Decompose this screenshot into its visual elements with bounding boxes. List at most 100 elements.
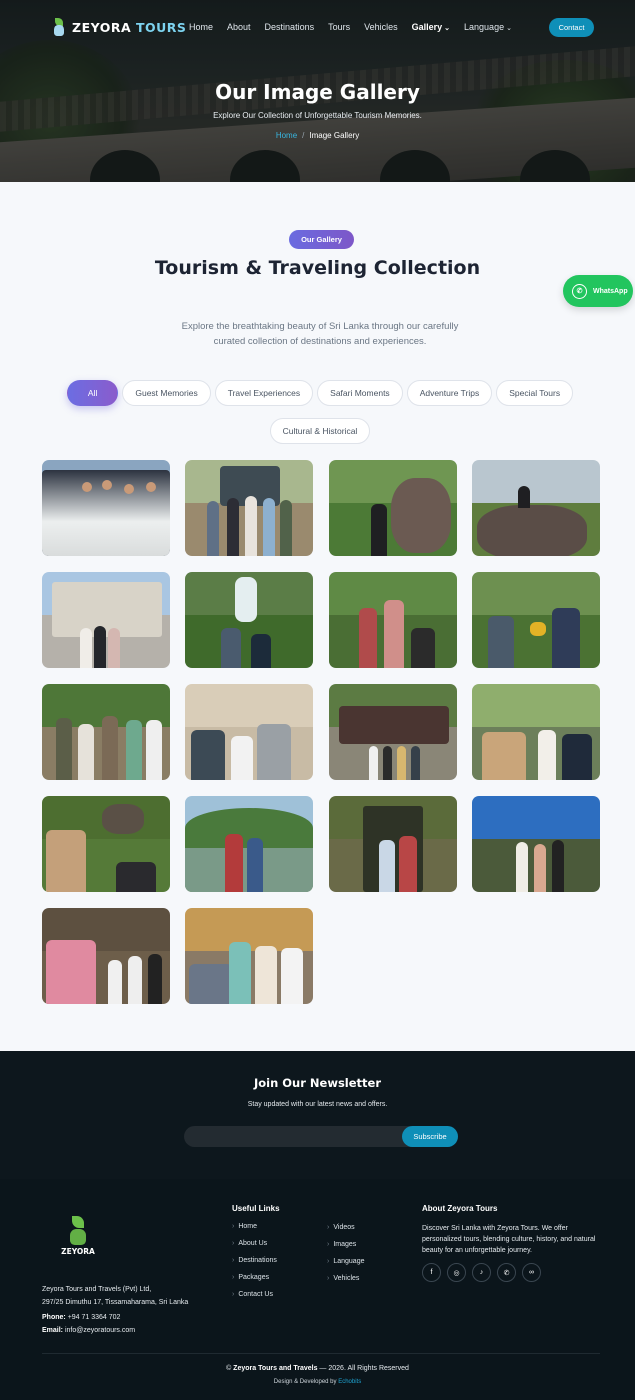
chevron-right-icon: › [327,1275,330,1282]
breadcrumb: Home / Image Gallery [0,131,635,140]
leaf-icon [72,1216,84,1228]
footer-link-videos[interactable]: › Videos [327,1219,365,1236]
gallery-grid [42,460,600,1004]
developer-link[interactable]: Echobits [338,1379,361,1385]
gallery-image[interactable] [185,460,314,556]
breadcrumb-home-link[interactable]: Home [276,131,297,140]
section-description: Explore the breathtaking beauty of Sri L… [181,321,459,347]
useful-links-title: Useful Links [232,1204,280,1213]
section-title: Tourism & Traveling Collection [154,257,481,279]
nav-gallery[interactable]: Gallery ⌄ [412,22,450,32]
contact-button[interactable]: Contact [549,18,594,37]
filter-cultural-historical[interactable]: Cultural & Historical [269,418,371,444]
nav-language[interactable]: Language ⌄ [464,22,512,32]
footer-phone: Phone: +94 71 3364 702 [42,1314,121,1321]
footer-logo-text: ZEYORA [61,1247,95,1256]
filter-all[interactable]: All [66,380,119,406]
about-title: About Zeyora Tours [422,1204,498,1213]
hero-banner: ZEYORA TOURS Home About Destinations Tou… [0,0,635,182]
gallery-image[interactable] [328,684,457,780]
gallery-image[interactable] [328,460,457,556]
footer-divider [42,1353,600,1354]
gallery-image[interactable] [471,684,600,780]
elephant-logo-icon [52,18,66,36]
nav-tours[interactable]: Tours [328,22,350,32]
gallery-image[interactable] [42,908,170,1004]
subscribe-button[interactable]: Subscribe [402,1126,458,1147]
chevron-down-icon: ⌄ [444,25,451,32]
gallery-image[interactable] [471,572,600,668]
chevron-right-icon: › [327,1241,330,1248]
useful-links-col2: › Videos › Images › Language › Vehicles [327,1219,365,1287]
site-footer: ZEYORA Zeyora Tours and Travels (Pvt) Lt… [0,1179,635,1400]
nav-home[interactable]: Home [189,22,213,32]
newsletter-subtitle: Stay updated with our latest news and of… [247,1101,388,1108]
filter-safari-moments[interactable]: Safari Moments [317,380,403,406]
gallery-image[interactable] [185,908,314,1004]
brand-logo[interactable]: ZEYORA TOURS [52,18,186,36]
tripadvisor-icon[interactable]: ∞ [522,1263,541,1282]
footer-link-packages[interactable]: › Packages [232,1269,277,1286]
whatsapp-icon: ✆ [572,283,587,299]
gallery-image[interactable] [471,796,600,892]
main-menu: Home About Destinations Tours Vehicles G… [189,22,526,32]
footer-link-images[interactable]: › Images [327,1236,365,1253]
chevron-right-icon: › [232,1291,235,1298]
footer-email: Email: info@zeyoratours.com [42,1327,136,1334]
whatsapp-label: WhatsApp [593,287,628,295]
gallery-image[interactable] [42,684,170,780]
filter-travel-experiences[interactable]: Travel Experiences [214,380,314,406]
breadcrumb-current: Image Gallery [309,131,360,140]
copyright: © Zeyora Tours and Travels — 2026. All R… [226,1365,409,1372]
footer-logo[interactable]: ZEYORA [60,1216,96,1256]
gallery-image[interactable] [42,460,170,556]
gallery-image[interactable] [42,572,170,668]
chevron-right-icon: › [232,1257,235,1264]
chevron-right-icon: › [232,1240,235,1247]
section-badge: Our Gallery [289,230,354,249]
newsletter-title: Join Our Newsletter [253,1076,382,1090]
social-links: f ◎ ♪ ✆ ∞ [422,1263,541,1282]
whatsapp-float-button[interactable]: ✆ WhatsApp [563,275,633,307]
filter-guest-memories[interactable]: Guest Memories [122,380,211,406]
newsletter-section: Join Our Newsletter Stay updated with ou… [0,1051,635,1179]
gallery-image[interactable] [185,796,314,892]
footer-link-destinations[interactable]: › Destinations [232,1252,277,1269]
page-title: Our Image Gallery [215,80,420,104]
company-address: Zeyora Tours and Travels (Pvt) Ltd, 297/… [42,1286,189,1306]
chevron-right-icon: › [327,1224,330,1231]
tiktok-icon[interactable]: ♪ [472,1263,491,1282]
gallery-image[interactable] [42,796,170,892]
page-subtitle: Explore Our Collection of Unforgettable … [213,111,422,120]
chevron-right-icon: › [232,1274,235,1281]
brand-name: ZEYORA TOURS [72,19,187,35]
about-text: Discover Sri Lanka with Zeyora Tours. We… [422,1225,596,1254]
developer-credit: Design & Developed by Echobits [273,1379,362,1385]
elephant-icon [70,1229,86,1245]
nav-destinations[interactable]: Destinations [265,22,315,32]
top-nav: ZEYORA TOURS Home About Destinations Tou… [0,0,635,56]
footer-link-about[interactable]: › About Us [232,1235,277,1252]
gallery-image[interactable] [328,796,457,892]
chevron-down-icon: ⌄ [506,25,512,32]
gallery-image[interactable] [185,572,314,668]
gallery-image[interactable] [328,572,457,668]
gallery-image[interactable] [185,684,314,780]
chevron-right-icon: › [232,1223,235,1230]
facebook-icon[interactable]: f [422,1263,441,1282]
filter-adventure-trips[interactable]: Adventure Trips [406,380,493,406]
footer-link-contact[interactable]: › Contact Us [232,1286,277,1303]
whatsapp-icon[interactable]: ✆ [497,1263,516,1282]
chevron-right-icon: › [327,1258,330,1265]
breadcrumb-separator: / [302,131,305,140]
gallery-image[interactable] [471,460,600,556]
footer-link-vehicles[interactable]: › Vehicles [327,1270,365,1287]
nav-vehicles[interactable]: Vehicles [364,22,398,32]
useful-links-col1: › Home › About Us › Destinations › Packages … [232,1218,277,1303]
gallery-filters: All Guest Memories Travel Experiences Sa… [60,380,580,444]
nav-about[interactable]: About [227,22,251,32]
footer-link-home[interactable]: › Home [232,1218,277,1235]
instagram-icon[interactable]: ◎ [447,1263,466,1282]
filter-special-tours[interactable]: Special Tours [496,380,574,406]
footer-link-language[interactable]: › Language [327,1253,365,1270]
